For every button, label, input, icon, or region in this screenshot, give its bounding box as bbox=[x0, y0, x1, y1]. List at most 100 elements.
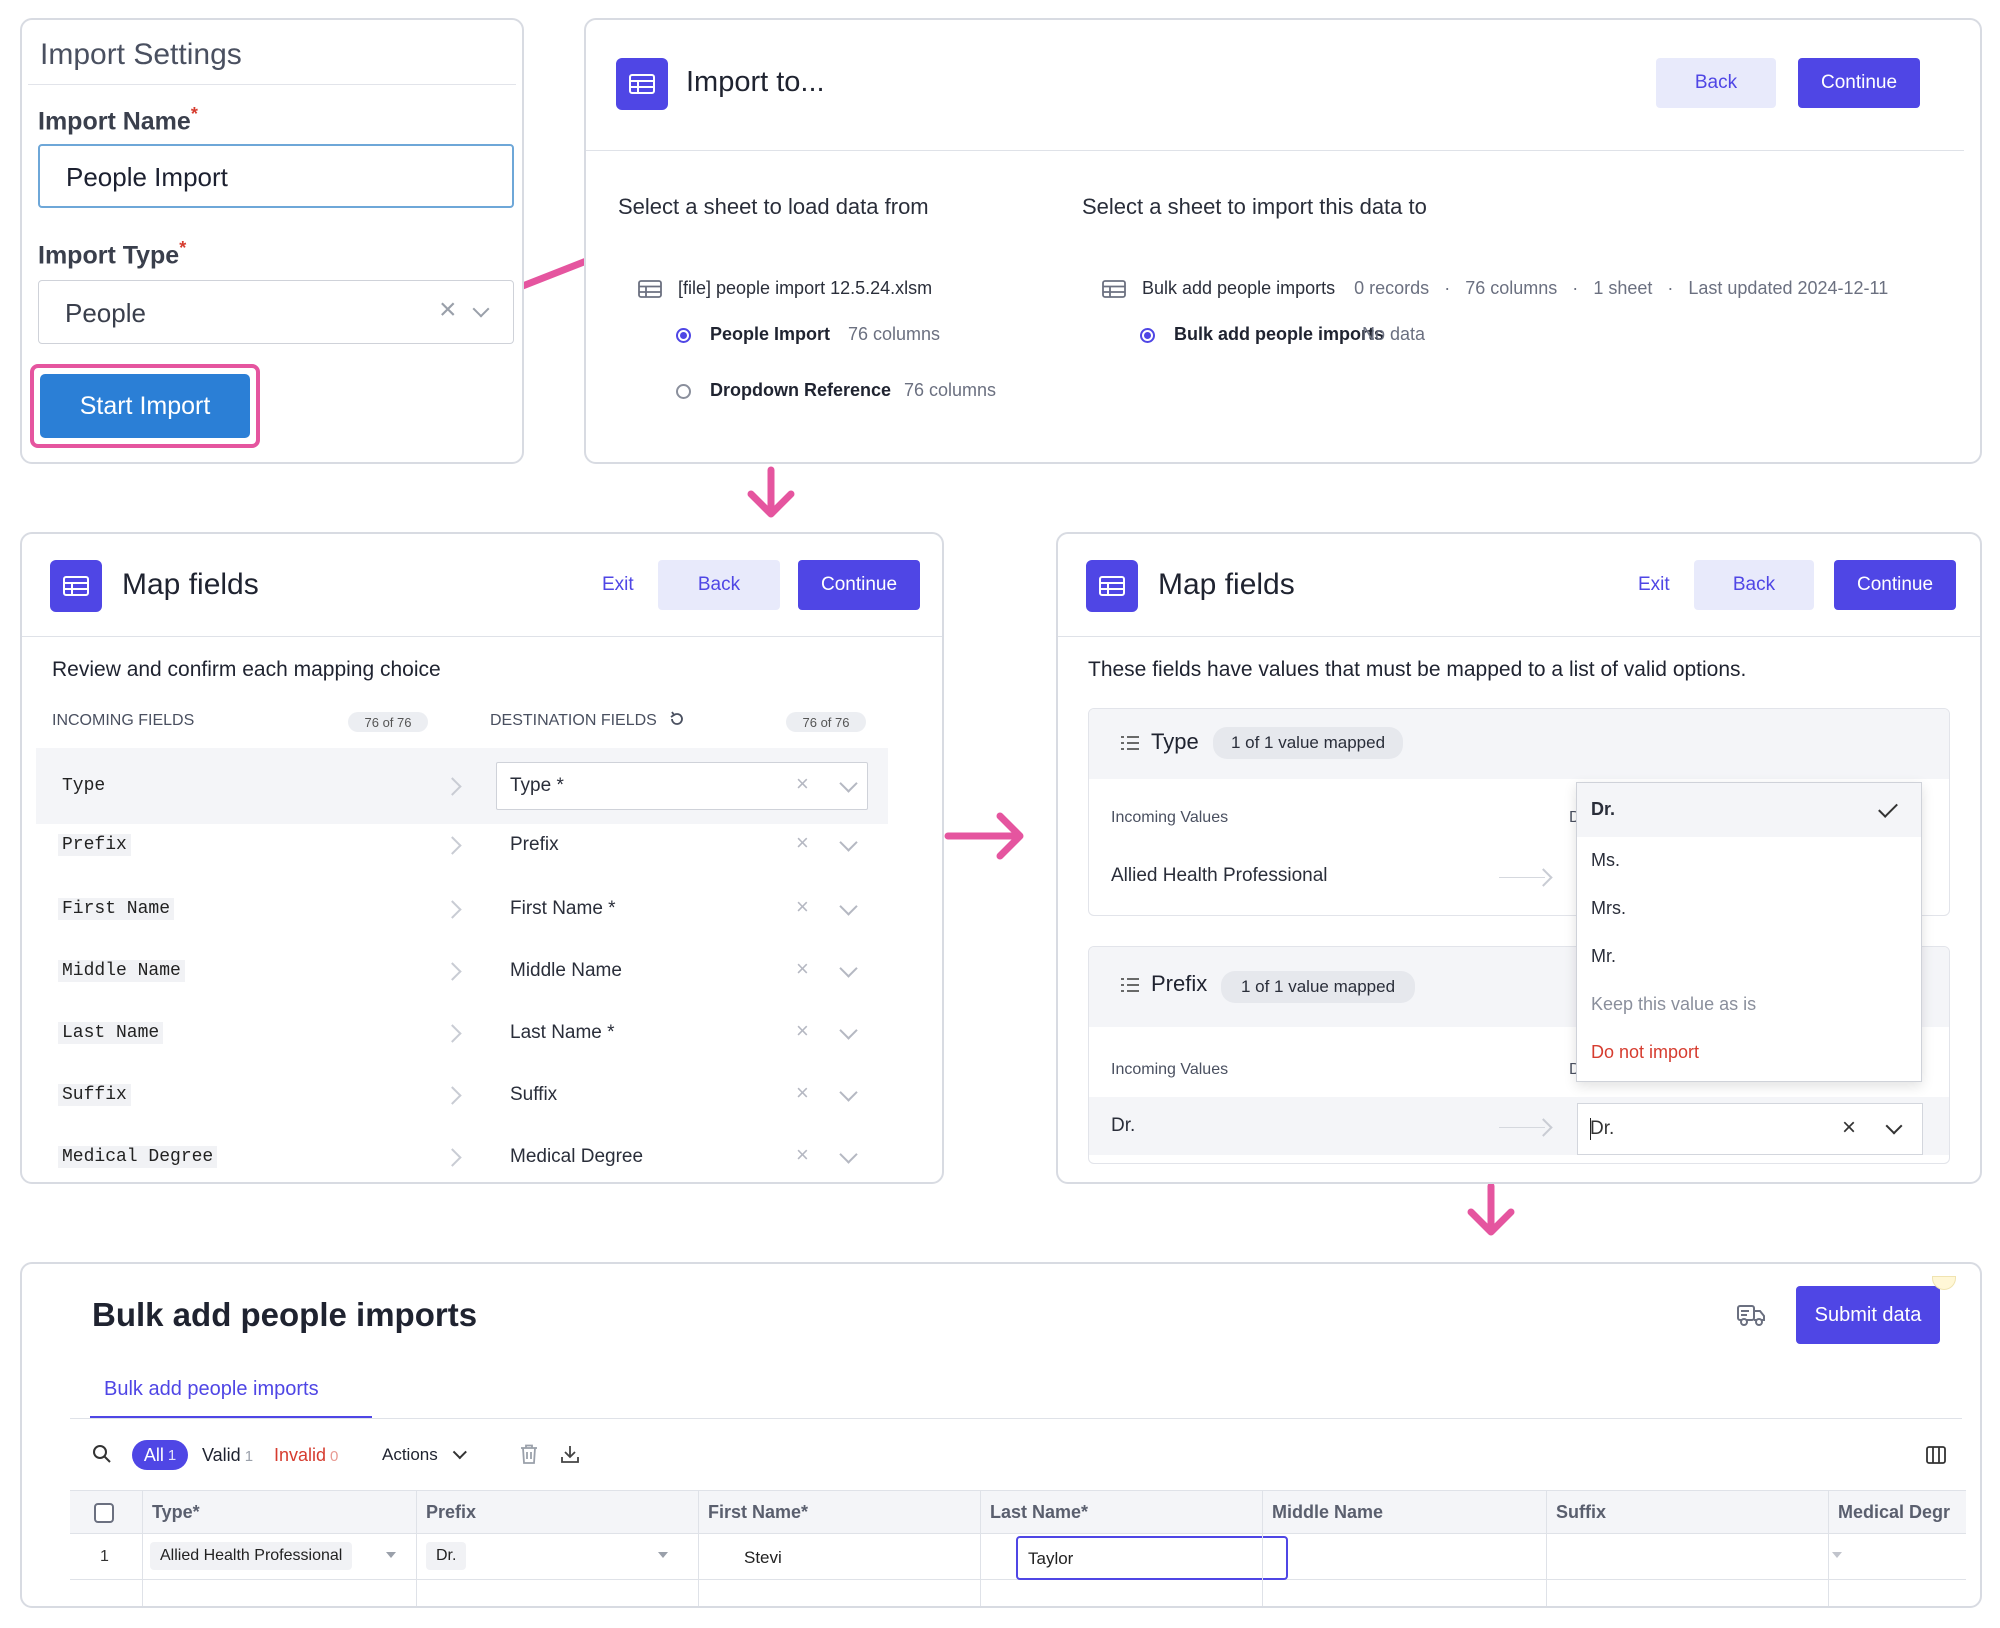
source-file-name: [file] people import 12.5.24.xlsm bbox=[678, 278, 933, 298]
incoming-values-label: Incoming Values bbox=[1111, 1061, 1229, 1078]
table-icon bbox=[1102, 280, 1126, 303]
clear-icon[interactable]: × bbox=[796, 1080, 809, 1106]
back-button[interactable]: Back bbox=[1656, 58, 1776, 108]
clear-icon[interactable]: × bbox=[796, 1142, 809, 1168]
column-header[interactable]: First Name* bbox=[708, 1490, 958, 1534]
clear-icon[interactable]: × bbox=[796, 894, 809, 920]
map-fields-subtitle: Review and confirm each mapping choice bbox=[52, 658, 441, 681]
destination-field-name[interactable]: Medical Degree bbox=[510, 1146, 643, 1168]
filter-valid[interactable]: Valid 1 bbox=[202, 1445, 253, 1466]
destination-field-name[interactable]: Last Name * bbox=[510, 1022, 615, 1044]
sheet-name-people-import[interactable]: People Import bbox=[710, 324, 830, 345]
flow-arrow-2-head bbox=[747, 490, 795, 518]
column-header[interactable]: Type* bbox=[152, 1490, 402, 1534]
continue-button[interactable]: Continue bbox=[798, 560, 920, 610]
incoming-field-name: Suffix bbox=[58, 1084, 131, 1106]
chevron-down-icon[interactable] bbox=[839, 897, 858, 916]
sheet-radio-dropdown-reference[interactable] bbox=[676, 384, 691, 399]
destination-field-name[interactable]: Type * bbox=[510, 775, 564, 797]
download-icon[interactable] bbox=[560, 1444, 580, 1469]
clear-icon[interactable]: × bbox=[796, 956, 809, 982]
incoming-values-label: Incoming Values bbox=[1111, 809, 1229, 826]
destination-field-name[interactable]: Suffix bbox=[510, 1084, 557, 1106]
select-all-checkbox[interactable] bbox=[94, 1503, 114, 1523]
chevron-down-icon[interactable] bbox=[839, 1021, 858, 1040]
sheet-radio-people-import[interactable] bbox=[676, 328, 691, 343]
column-header[interactable]: Prefix bbox=[426, 1490, 676, 1534]
cell-type[interactable]: Allied Health Professional bbox=[150, 1542, 402, 1572]
row-index: 1 bbox=[100, 1548, 109, 1565]
chevron-right-icon bbox=[443, 962, 462, 981]
continue-button[interactable]: Continue bbox=[1834, 560, 1956, 610]
trash-icon[interactable] bbox=[520, 1444, 538, 1469]
dropdown-option[interactable]: Ms. bbox=[1577, 837, 1921, 885]
filter-all[interactable]: All 1 bbox=[132, 1440, 188, 1470]
data-grid: Type* Prefix First Name* Last Name* Middle N… bbox=[70, 1490, 1966, 1606]
submit-data-button[interactable]: Submit data bbox=[1796, 1286, 1940, 1344]
table-icon bbox=[1086, 560, 1138, 612]
dropdown-option[interactable]: Keep this value as is bbox=[1577, 981, 1921, 1029]
check-icon bbox=[1878, 798, 1898, 818]
incoming-field-name: First Name bbox=[58, 898, 175, 920]
column-header[interactable]: Last Name* bbox=[990, 1490, 1240, 1534]
source-heading: Select a sheet to load data from bbox=[618, 194, 929, 219]
exit-link[interactable]: Exit bbox=[602, 574, 634, 596]
clear-icon[interactable]: × bbox=[796, 771, 809, 797]
tab-bulk-add-people-imports[interactable]: Bulk add people imports bbox=[104, 1378, 319, 1401]
destination-field-name[interactable]: First Name * bbox=[510, 898, 616, 920]
import-name-input[interactable]: People Import bbox=[38, 144, 514, 208]
filter-invalid[interactable]: Invalid 0 bbox=[274, 1445, 338, 1466]
truck-icon[interactable] bbox=[1736, 1302, 1766, 1333]
import-settings-panel: Import Settings Import Name* People Impo… bbox=[20, 18, 524, 464]
sheet-meta-people-import: 76 columns bbox=[848, 324, 941, 344]
required-mark: * bbox=[179, 238, 187, 258]
chevron-down-icon[interactable] bbox=[839, 1083, 858, 1102]
destination-field-name[interactable]: Prefix bbox=[510, 834, 559, 856]
column-header[interactable]: Middle Name bbox=[1272, 1490, 1522, 1534]
back-button[interactable]: Back bbox=[1694, 560, 1814, 610]
destination-field-name[interactable]: Middle Name bbox=[510, 960, 622, 982]
cell-first-name[interactable]: Stevi bbox=[744, 1548, 782, 1568]
cell-suffix[interactable] bbox=[1584, 1542, 1844, 1572]
back-button[interactable]: Back bbox=[658, 560, 780, 610]
clear-icon[interactable]: × bbox=[439, 293, 457, 327]
start-import-button[interactable]: Start Import bbox=[40, 374, 250, 438]
chevron-down-icon[interactable] bbox=[839, 833, 858, 852]
column-header[interactable]: Suffix bbox=[1556, 1490, 1806, 1534]
destination-sheet-name[interactable]: Bulk add people imports bbox=[1174, 324, 1384, 345]
chevron-down-icon[interactable] bbox=[839, 959, 858, 978]
chevron-down-icon[interactable] bbox=[839, 1145, 858, 1164]
destination-sheet-radio[interactable] bbox=[1140, 328, 1155, 343]
column-header[interactable]: Medical Degr bbox=[1838, 1490, 1962, 1534]
destination-workbook-name: Bulk add people imports bbox=[1142, 278, 1336, 298]
clear-icon[interactable]: × bbox=[796, 1018, 809, 1044]
continue-button[interactable]: Continue bbox=[1798, 58, 1920, 108]
sheet-name-dropdown-reference[interactable]: Dropdown Reference bbox=[710, 380, 891, 401]
exit-link[interactable]: Exit bbox=[1638, 574, 1670, 596]
chevron-down-icon[interactable] bbox=[658, 1552, 668, 1558]
import-type-select[interactable]: People × bbox=[38, 280, 514, 344]
dropdown-option[interactable]: Mr. bbox=[1577, 933, 1921, 981]
chevron-down-icon[interactable] bbox=[1832, 1552, 1842, 1558]
required-mark: * bbox=[190, 104, 198, 124]
actions-menu[interactable]: Actions bbox=[382, 1445, 468, 1465]
flow-arrow-4-head bbox=[1467, 1208, 1515, 1236]
dropdown-option[interactable]: Do not import bbox=[1577, 1029, 1921, 1077]
search-icon[interactable] bbox=[92, 1444, 112, 1469]
columns-icon[interactable] bbox=[1926, 1446, 1946, 1469]
import-type-label: Import Type* bbox=[38, 238, 187, 270]
clear-icon[interactable]: × bbox=[1842, 1114, 1856, 1142]
chevron-down-icon[interactable] bbox=[472, 300, 490, 318]
prefix-destination-select[interactable]: Dr. × bbox=[1577, 1103, 1923, 1155]
dropdown-option[interactable]: Mrs. bbox=[1577, 885, 1921, 933]
chevron-down-icon[interactable] bbox=[386, 1552, 396, 1558]
cell-prefix[interactable]: Dr. bbox=[426, 1542, 678, 1572]
incoming-field-name: Last Name bbox=[58, 1022, 164, 1044]
clear-icon[interactable]: × bbox=[796, 830, 809, 856]
map-fields-subtitle: These fields have values that must be ma… bbox=[1088, 658, 1747, 681]
refresh-icon[interactable] bbox=[668, 710, 686, 733]
incoming-field-name: Type bbox=[62, 776, 106, 796]
chevron-down-icon[interactable] bbox=[1885, 1117, 1903, 1135]
cell-last-name-editor[interactable]: Taylor bbox=[1016, 1536, 1288, 1580]
dropdown-option[interactable]: Dr. bbox=[1577, 783, 1921, 837]
